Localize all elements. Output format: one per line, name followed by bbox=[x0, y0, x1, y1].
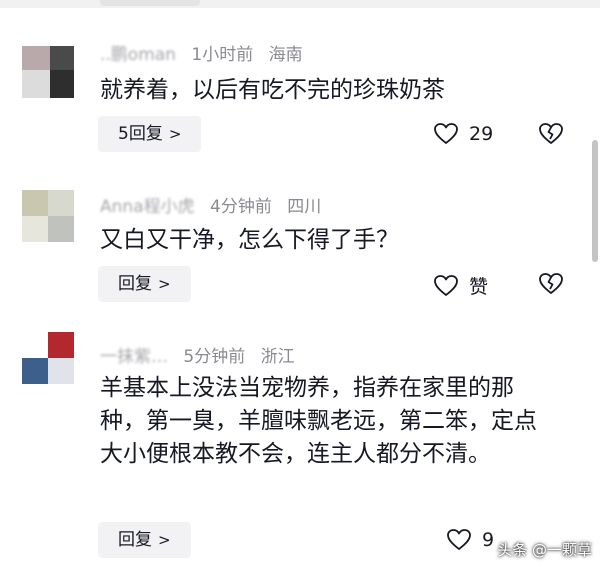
heart-outline-icon bbox=[434, 123, 458, 144]
dislike-button[interactable] bbox=[538, 122, 564, 150]
like-button[interactable]: 9 bbox=[446, 528, 494, 552]
previous-comment-edge bbox=[0, 0, 600, 8]
comment-time: 4分钟前 bbox=[210, 197, 272, 217]
heart-outline-icon bbox=[447, 529, 471, 550]
avatar[interactable] bbox=[22, 332, 74, 384]
scrollbar[interactable] bbox=[592, 140, 598, 262]
like-label: 赞 bbox=[469, 276, 489, 298]
reply-label: 5回复 bbox=[118, 124, 163, 144]
like-button[interactable]: 赞 bbox=[433, 272, 488, 299]
dislike-button[interactable] bbox=[538, 272, 564, 300]
comment-username[interactable]: Anna程小虎 bbox=[100, 197, 195, 217]
comment-username[interactable]: ..鹏oman bbox=[100, 45, 176, 65]
reply-button[interactable]: 回复 > bbox=[98, 522, 191, 558]
reply-button[interactable]: 回复 > bbox=[98, 266, 191, 302]
comment-location: 四川 bbox=[287, 197, 322, 217]
like-button[interactable]: 29 bbox=[433, 122, 493, 146]
avatar[interactable] bbox=[22, 190, 74, 242]
comment-time: 1小时前 bbox=[191, 45, 254, 65]
chevron-right-icon: > bbox=[158, 275, 171, 293]
chevron-right-icon: > bbox=[168, 125, 182, 143]
reply-label: 回复 bbox=[118, 530, 152, 550]
watermark-text: 头条 @一颗草 bbox=[497, 541, 592, 559]
like-count: 29 bbox=[469, 123, 494, 145]
heart-outline-icon bbox=[434, 274, 458, 296]
avatar[interactable] bbox=[22, 46, 74, 98]
reply-button[interactable]: 5回复 > bbox=[98, 116, 202, 152]
comment-username[interactable]: 一抹紫… bbox=[100, 347, 168, 367]
comment-time: 5分钟前 bbox=[183, 347, 246, 367]
like-count: 9 bbox=[482, 529, 495, 551]
comment-text: 羊基本上没法当宠物养，指养在家里的那种，第一臭，羊膻味飘老远，第二笨，定点大小便… bbox=[100, 375, 537, 467]
broken-heart-icon bbox=[539, 123, 563, 144]
comment-text: 又白又干净，怎么下得了手？ bbox=[100, 227, 399, 253]
reply-label: 回复 bbox=[118, 274, 152, 294]
comment-location: 海南 bbox=[268, 45, 303, 65]
chevron-right-icon: > bbox=[158, 531, 171, 549]
comment-text: 就养着，以后有吃不完的珍珠奶茶 bbox=[100, 77, 445, 103]
comment-location: 浙江 bbox=[260, 347, 295, 367]
broken-heart-icon bbox=[539, 273, 563, 294]
